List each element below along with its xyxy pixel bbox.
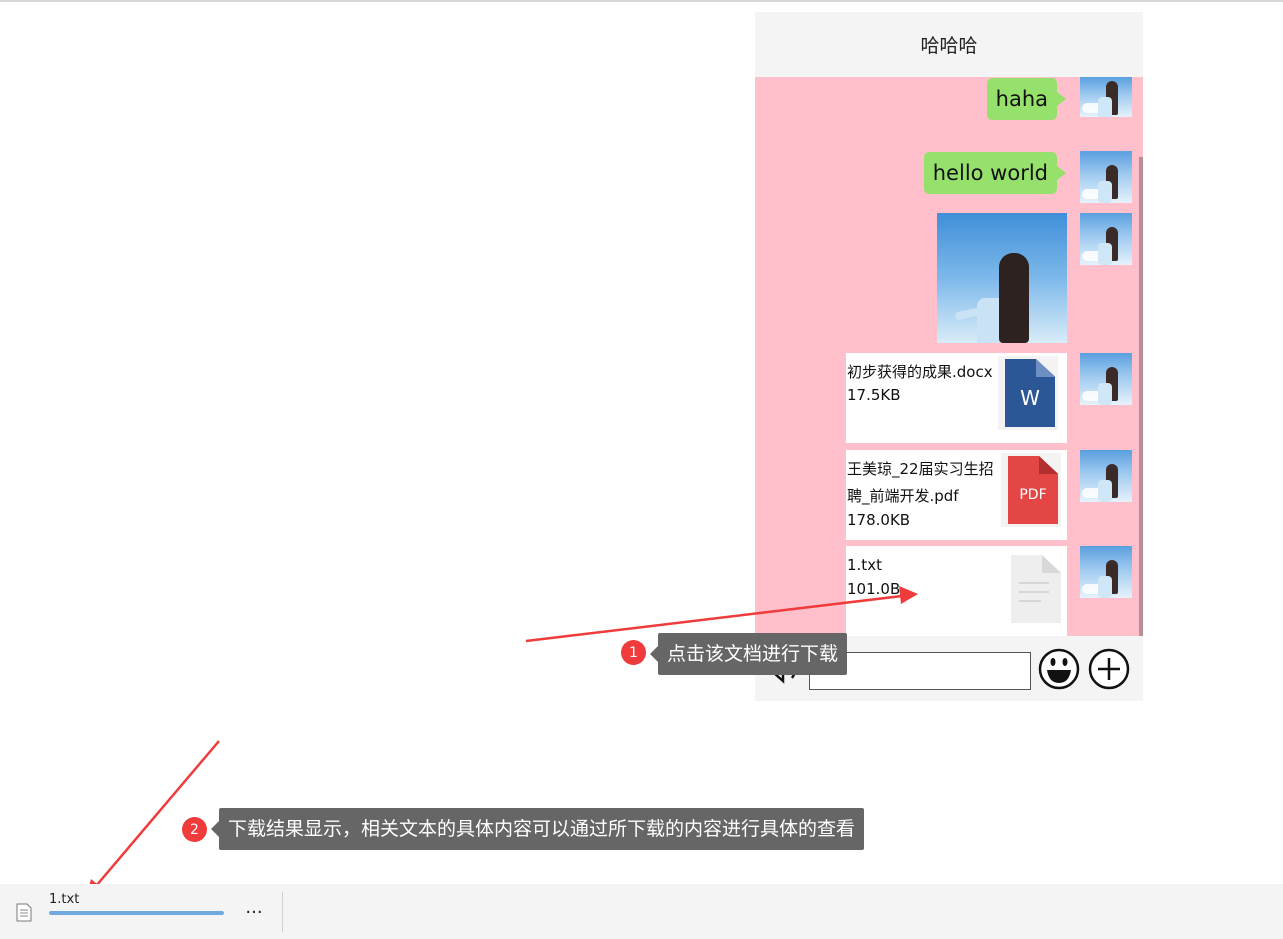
image-message[interactable] [937, 213, 1067, 343]
avatar[interactable] [1080, 213, 1132, 265]
text-message-bubble[interactable]: hello world [923, 152, 1067, 194]
divider [282, 892, 283, 932]
avatar[interactable] [1080, 546, 1132, 598]
chat-header: 哈哈哈 [755, 12, 1143, 77]
file-size: 178.0KB [847, 511, 911, 529]
file-name: 初步获得的成果.docx [847, 363, 993, 381]
download-progress-bar [49, 911, 224, 915]
message-text: hello world [932, 161, 1048, 185]
file-name: 王美琼_22届实习生招聘_前端开发.pdf [847, 460, 994, 505]
scrollbar[interactable] [1139, 157, 1143, 636]
txt-doc-icon [1004, 552, 1064, 626]
download-bar: 1.txt ... [0, 884, 1283, 939]
avatar[interactable] [1080, 353, 1132, 405]
file-name: 1.txt [847, 556, 882, 574]
emoji-icon[interactable] [1038, 648, 1080, 690]
file-message-docx[interactable]: 初步获得的成果.docx 17.5KB W [846, 353, 1067, 443]
avatar[interactable] [1080, 450, 1132, 502]
pdf-doc-icon: PDF [1001, 453, 1061, 527]
chat-window: 哈哈哈 haha hello world 初步获得的成果.docx 17.5KB [755, 12, 1143, 701]
message-text: haha [995, 87, 1048, 111]
annotation-tooltip-2: 下载结果显示，相关文本的具体内容可以通过所下载的内容进行具体的查看 [210, 808, 865, 850]
download-file-name[interactable]: 1.txt [49, 892, 79, 907]
step-badge-1: 1 [621, 640, 646, 665]
step-badge-2: 2 [182, 817, 207, 842]
more-options-button[interactable]: ... [241, 898, 267, 924]
plus-icon[interactable] [1088, 648, 1130, 690]
text-file-icon [16, 903, 32, 922]
message-list[interactable]: haha hello world 初步获得的成果.docx 17.5KB W 王… [755, 77, 1143, 636]
file-size: 17.5KB [847, 386, 901, 404]
text-message-bubble[interactable]: haha [986, 78, 1067, 120]
window-top-border [0, 0, 1283, 2]
download-progress-fill [49, 911, 224, 915]
file-size: 101.0B [847, 580, 901, 598]
word-doc-icon: W [998, 356, 1058, 430]
file-message-txt[interactable]: 1.txt 101.0B [846, 546, 1067, 636]
annotation-tooltip-1: 点击该文档进行下载 [649, 633, 848, 675]
file-message-pdf[interactable]: 王美琼_22届实习生招聘_前端开发.pdf 178.0KB PDF [846, 450, 1067, 540]
avatar[interactable] [1080, 151, 1132, 203]
avatar[interactable] [1080, 77, 1132, 117]
chat-title: 哈哈哈 [920, 35, 978, 57]
